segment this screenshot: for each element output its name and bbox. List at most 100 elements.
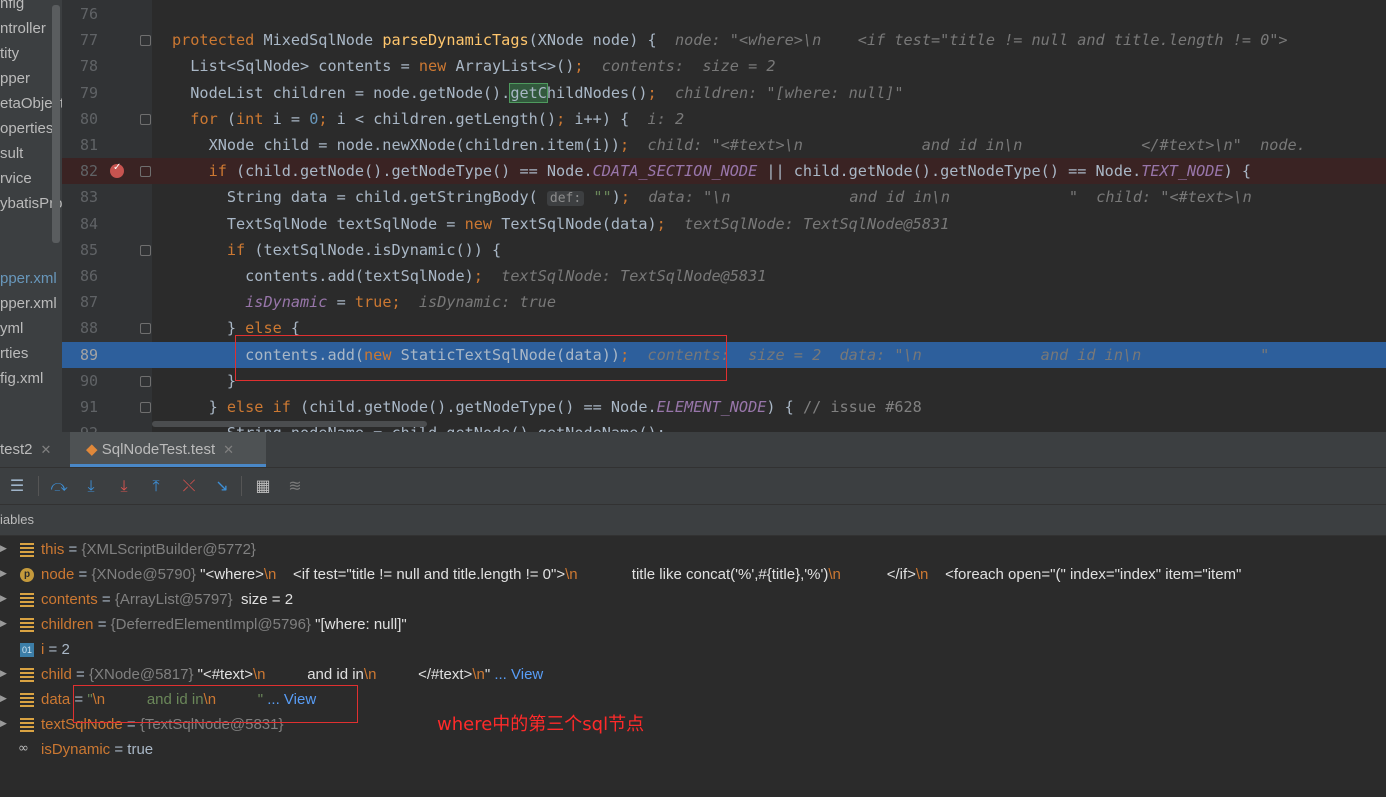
line-number[interactable]: 82 <box>62 158 98 184</box>
tab-test2[interactable]: test2 ✕ <box>0 432 62 467</box>
code-line[interactable]: 76 <box>62 1 1386 27</box>
tree-item[interactable]: pper.xml <box>0 270 57 287</box>
line-number[interactable]: 91 <box>62 394 98 420</box>
variables-list[interactable]: ▶ this = {XMLScriptBuilder@5772} ▶ p node = … <box>0 536 1386 797</box>
line-number[interactable]: 81 <box>62 132 98 158</box>
tree-item[interactable]: yml <box>0 320 23 337</box>
code-line[interactable]: 91 } else if (child.getNode().getNodeTyp… <box>62 394 1386 420</box>
tree-item[interactable]: pper <box>0 70 30 87</box>
code-line[interactable]: 80 for (int i = 0; i < children.getLengt… <box>62 106 1386 132</box>
line-number[interactable]: 86 <box>62 263 98 289</box>
code-token: i = <box>272 109 310 128</box>
code-line[interactable]: 85 if (textSqlNode.isDynamic()) { <box>62 237 1386 263</box>
variable-value: {DeferredElementImpl@5796} <box>110 616 316 633</box>
code-token: ( <box>226 109 237 128</box>
variable-row[interactable]: 01 i = 2 <box>0 637 1386 662</box>
line-number[interactable]: 79 <box>62 80 98 106</box>
variable-value: \n <box>828 566 841 583</box>
variable-value: " <box>484 666 495 683</box>
variable-value: = <box>74 566 92 583</box>
code-line[interactable]: 82 ✓ if (child.getNode().getNodeType() ==… <box>62 158 1386 185</box>
expand-arrow-icon[interactable]: ▶ <box>0 662 10 687</box>
tab-sqlnodetest[interactable]: ◆ SqlNodeTest.test ✕ <box>70 432 266 467</box>
line-number[interactable]: 77 <box>62 27 98 53</box>
expand-arrow-icon[interactable]: ▶ <box>0 562 10 587</box>
fold-icon[interactable] <box>140 323 151 335</box>
variable-row[interactable]: ▶ children = {DeferredElementImpl@5796} "… <box>0 612 1386 637</box>
fold-icon[interactable] <box>140 166 151 178</box>
variable-value: = <box>97 591 115 608</box>
inline-value-hint: children: "[where: null]" <box>674 83 904 102</box>
fold-icon[interactable] <box>140 35 151 47</box>
evaluate-icon[interactable]: ▦ <box>252 475 274 497</box>
expand-arrow-icon[interactable]: ▶ <box>0 537 10 562</box>
variable-row[interactable]: ▶ this = {XMLScriptBuilder@5772} <box>0 537 1386 562</box>
line-number[interactable]: 88 <box>62 315 98 341</box>
code-line[interactable]: 78 List<SqlNode> contents = new ArrayLis… <box>62 53 1386 79</box>
tree-scrollbar[interactable] <box>52 5 60 243</box>
tree-item[interactable]: rvice <box>0 170 32 187</box>
code-line[interactable]: 87 isDynamic = true; isDynamic: true <box>62 289 1386 315</box>
variable-value: = true <box>110 741 154 758</box>
variable-row[interactable]: ▶ child = {XNode@5817} "<#text>\n and id … <box>0 662 1386 687</box>
close-icon[interactable]: ✕ <box>223 442 234 457</box>
variable-value: \n <box>915 566 929 583</box>
code-line[interactable]: 86 contents.add(textSqlNode); textSqlNod… <box>62 263 1386 289</box>
tree-item[interactable]: sult <box>0 145 23 162</box>
code-line[interactable]: 84 TextSqlNode textSqlNode = new TextSql… <box>62 211 1386 237</box>
line-number[interactable]: 76 <box>62 1 98 27</box>
step-out-icon[interactable]: ⤒ <box>145 475 167 497</box>
code-line[interactable]: 79 NodeList children = node.getNode().ge… <box>62 80 1386 106</box>
line-number[interactable]: 87 <box>62 289 98 315</box>
code-token: ; <box>556 109 575 128</box>
tree-item[interactable]: rties <box>0 345 28 362</box>
inline-value-hint: textSqlNode: TextSqlNode@5831 <box>684 214 950 233</box>
code-line[interactable]: 81 XNode child = node.newXNode(children.… <box>62 132 1386 158</box>
code-line[interactable]: 83 String data = child.getStringBody( de… <box>62 184 1386 210</box>
fold-icon[interactable] <box>140 113 151 125</box>
fold-icon[interactable] <box>140 244 151 256</box>
code-text: for (int i = 0; i < children.getLength()… <box>172 106 684 132</box>
line-number[interactable]: 89 <box>62 342 98 368</box>
code-token: (child.getNode().getNodeType() == Node. <box>300 398 657 416</box>
field-icon <box>20 618 34 632</box>
tree-item[interactable]: nfig <box>0 0 24 12</box>
tree-item[interactable]: pper.xml <box>0 295 57 312</box>
line-number[interactable]: 90 <box>62 368 98 394</box>
inline-value-hint: textSqlNode: TextSqlNode@5831 <box>501 267 767 285</box>
variable-row[interactable]: ∞ isDynamic = true <box>0 737 1386 762</box>
frames-icon[interactable]: ☰ <box>6 475 28 497</box>
tree-item[interactable]: fig.xml <box>0 370 43 387</box>
expand-arrow-icon[interactable]: ▶ <box>0 587 10 612</box>
code-token: if <box>226 240 255 259</box>
expand-arrow-icon[interactable]: ▶ <box>0 612 10 637</box>
step-into-icon[interactable]: ⤓ <box>80 475 102 497</box>
expand-arrow-icon[interactable]: ▶ <box>0 687 10 712</box>
step-over-icon[interactable]: ⤼ <box>48 475 70 497</box>
line-number[interactable]: 85 <box>62 237 98 263</box>
line-number[interactable]: 84 <box>62 211 98 237</box>
run-to-cursor-icon[interactable]: ↘ <box>211 475 233 497</box>
tree-item[interactable]: operties <box>0 120 53 137</box>
line-number[interactable]: 80 <box>62 106 98 132</box>
fold-icon[interactable] <box>140 375 151 387</box>
variable-row[interactable]: ▶ p node = {XNode@5790} "<where>\n <if tes… <box>0 562 1386 587</box>
line-number[interactable]: 83 <box>62 184 98 210</box>
code-line[interactable]: 77 protected MixedSqlNode parseDynamicTag… <box>62 27 1386 53</box>
line-number[interactable]: 78 <box>62 53 98 79</box>
expand-arrow-icon[interactable]: ▶ <box>0 712 10 737</box>
parameter-icon: p <box>20 568 34 582</box>
horizontal-scrollbar[interactable] <box>152 421 427 427</box>
fold-icon[interactable] <box>140 402 151 413</box>
tree-item[interactable]: tity <box>0 45 19 62</box>
trace-icon[interactable]: ≋ <box>284 475 306 497</box>
drop-frame-icon[interactable]: ⤬ <box>178 475 200 497</box>
line-number[interactable]: 92 <box>62 420 98 432</box>
close-icon[interactable]: ✕ <box>41 442 52 457</box>
force-step-into-icon[interactable]: ⤓ <box>113 475 135 497</box>
view-link[interactable]: ... View <box>494 666 543 683</box>
variable-row[interactable]: ▶ contents = {ArrayList@5797} size = 2 <box>0 587 1386 612</box>
tree-item[interactable]: ntroller <box>0 20 46 37</box>
variables-header: iables <box>0 505 1386 536</box>
debug-toolbar: ☰ ⤼ ⤓ ⤓ ⤒ ⤬ ↘ ▦ ≋ <box>0 468 1386 505</box>
